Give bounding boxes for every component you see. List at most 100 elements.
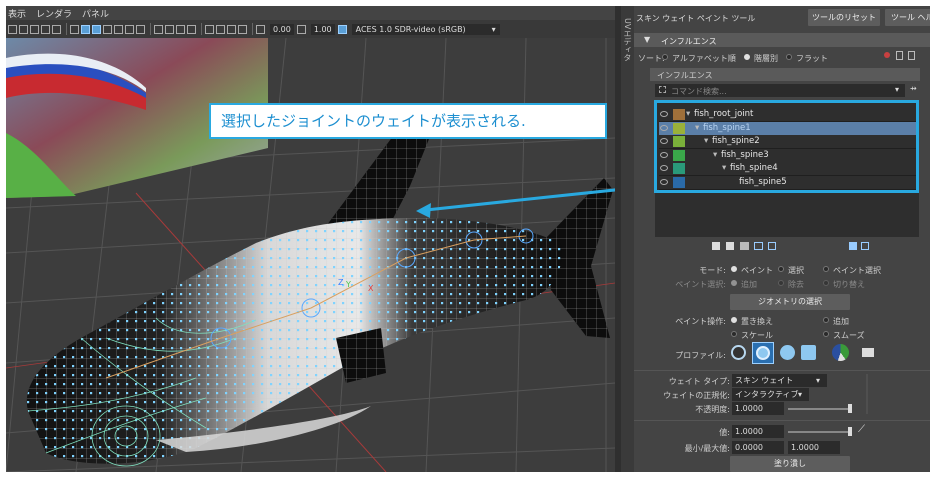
min-value-field[interactable]: 0.0000 xyxy=(732,441,784,454)
expand-triangle-icon[interactable]: ▾ xyxy=(704,135,708,148)
joint-color-swatch[interactable] xyxy=(673,109,685,120)
viewport-3d[interactable]: 表示 レンダラ パネル 0.00 1.00 ACES 1.0 SDR-video… xyxy=(6,6,615,472)
bookmark-icon[interactable] xyxy=(19,24,28,34)
ambient-occlusion-icon[interactable] xyxy=(154,24,163,34)
joint-row-fish-root-joint[interactable]: ▾ fish_root_joint xyxy=(659,108,918,122)
influence-section-header[interactable]: ▼ インフルエンス xyxy=(634,33,930,47)
solid-brush-icon[interactable] xyxy=(780,345,795,360)
camera-attributes-icon[interactable] xyxy=(8,24,17,34)
gaussian-brush-icon[interactable] xyxy=(731,345,746,360)
exposure-icon[interactable] xyxy=(256,24,265,34)
joint-color-swatch[interactable] xyxy=(673,163,685,174)
visibility-eye-icon[interactable] xyxy=(660,124,668,131)
visibility-eye-icon[interactable] xyxy=(660,151,668,158)
paste-weights-icon[interactable] xyxy=(726,242,734,250)
op-smooth-radio[interactable] xyxy=(823,331,829,337)
opacity-slider[interactable] xyxy=(788,408,852,410)
xray-active-icon[interactable] xyxy=(227,24,236,34)
motion-blur-icon[interactable] xyxy=(165,24,174,34)
sort-hierarchy-radio[interactable] xyxy=(744,54,750,60)
expand-triangle-icon[interactable]: ▾ xyxy=(713,149,717,162)
select-geometry-button[interactable]: ジオメトリの選択 xyxy=(730,294,850,310)
joint-row-fish-spine5[interactable]: fish_spine5 xyxy=(659,175,918,190)
value-field[interactable]: 1.0000 xyxy=(732,425,784,438)
joint-row-fish-spine2[interactable]: ▾ fish_spine2 xyxy=(659,135,918,149)
grid-icon[interactable] xyxy=(41,24,50,34)
visibility-eye-icon[interactable] xyxy=(660,138,668,144)
move-weights-icon[interactable] xyxy=(754,242,763,250)
joint-color-swatch[interactable] xyxy=(673,176,685,188)
sort-flat-radio[interactable] xyxy=(786,54,792,60)
backface-culling-icon[interactable] xyxy=(238,24,247,34)
paint-select-toggle-radio[interactable] xyxy=(823,280,829,286)
add-influence-icon[interactable] xyxy=(896,51,903,60)
gamma-value[interactable]: 1.00 xyxy=(310,23,335,35)
tool-help-button[interactable]: ツール ヘルプ xyxy=(885,9,930,26)
menu-panels[interactable]: パネル xyxy=(82,7,109,20)
max-value-field[interactable]: 1.0000 xyxy=(788,441,840,454)
paint-select-remove-radio[interactable] xyxy=(778,280,784,286)
show-influences-icon[interactable] xyxy=(768,242,776,250)
isolate-select-icon[interactable] xyxy=(205,24,214,34)
copy-influence-icon[interactable] xyxy=(908,51,915,60)
expand-triangle-icon[interactable]: ▾ xyxy=(722,162,726,175)
search-menu-icon[interactable]: ⇸ xyxy=(910,84,917,93)
joint-color-swatch[interactable] xyxy=(673,122,685,134)
smooth-shade-icon[interactable] xyxy=(81,24,90,34)
joint-row-fish-spine4[interactable]: ▾ fish_spine4 xyxy=(659,162,918,176)
visibility-eye-icon[interactable] xyxy=(660,165,668,171)
mode-select-radio[interactable] xyxy=(778,266,784,272)
joint-color-swatch[interactable] xyxy=(673,136,685,147)
weight-hammer-icon[interactable] xyxy=(740,242,749,250)
normalize-dropdown[interactable]: インタラクティブ ▾ xyxy=(732,388,809,401)
texture-brush-icon[interactable] xyxy=(832,344,849,361)
wireframe-on-shaded-icon[interactable] xyxy=(92,24,101,34)
op-add-radio[interactable] xyxy=(823,317,829,323)
depth-of-field-icon[interactable] xyxy=(187,24,196,34)
list-view-icon[interactable] xyxy=(849,242,857,250)
op-scale-radio[interactable] xyxy=(731,331,737,337)
visibility-eye-icon[interactable] xyxy=(660,111,668,117)
chevron-down-icon[interactable]: ▾ xyxy=(895,85,899,94)
reset-tool-button[interactable]: ツールのリセット xyxy=(808,9,880,26)
flood-button[interactable]: 塗り潰し xyxy=(730,456,850,472)
image-plane-icon[interactable] xyxy=(30,24,39,34)
tree-view-icon[interactable] xyxy=(861,242,869,250)
paint-select-add-radio[interactable] xyxy=(731,280,737,286)
value-slider-handle[interactable] xyxy=(848,427,852,436)
sort-alpha-radio[interactable] xyxy=(662,54,668,60)
value-slider[interactable] xyxy=(788,431,852,433)
use-lights-icon[interactable] xyxy=(125,24,134,34)
square-brush-icon[interactable] xyxy=(801,345,816,360)
anti-alias-icon[interactable] xyxy=(176,24,185,34)
remove-influence-icon[interactable] xyxy=(884,52,890,58)
mode-paint-select-radio[interactable] xyxy=(823,266,829,272)
folder-icon[interactable] xyxy=(862,348,874,357)
joint-row-fish-spine3[interactable]: ▾ fish_spine3 xyxy=(659,148,918,163)
wireframe-icon[interactable] xyxy=(70,24,79,34)
xray-joints-icon[interactable] xyxy=(216,24,225,34)
joint-row-fish-spine1[interactable]: ▾ fish_spine1 xyxy=(659,121,918,136)
xray-icon[interactable] xyxy=(114,24,123,34)
film-gate-icon[interactable] xyxy=(52,24,61,34)
colorspace-dropdown[interactable]: ACES 1.0 SDR-video (sRGB) ▾ xyxy=(351,23,500,35)
shadows-icon[interactable] xyxy=(136,24,145,34)
joint-color-swatch[interactable] xyxy=(673,149,685,161)
copy-weights-icon[interactable] xyxy=(712,242,720,250)
weight-type-dropdown[interactable]: スキン ウェイト ▾ xyxy=(732,374,827,387)
soft-brush-button[interactable] xyxy=(752,342,774,364)
exposure-value[interactable]: 0.00 xyxy=(270,23,294,35)
textured-icon[interactable] xyxy=(103,24,112,34)
menu-renderer[interactable]: レンダラ xyxy=(36,7,72,20)
expand-triangle-icon[interactable]: ▾ xyxy=(686,108,690,121)
op-replace-radio[interactable] xyxy=(731,317,737,323)
visibility-eye-icon[interactable] xyxy=(660,178,668,185)
mode-paint-radio[interactable] xyxy=(731,266,737,272)
gamma-icon[interactable] xyxy=(296,24,306,34)
opacity-slider-handle[interactable] xyxy=(848,404,852,413)
menu-show[interactable]: 表示 xyxy=(8,7,26,20)
command-search-field[interactable]: コマンド検索... ▾ xyxy=(655,84,905,97)
opacity-field[interactable]: 1.0000 xyxy=(732,402,784,415)
color-management-icon[interactable] xyxy=(337,24,347,34)
expand-triangle-icon[interactable]: ▾ xyxy=(695,122,699,135)
